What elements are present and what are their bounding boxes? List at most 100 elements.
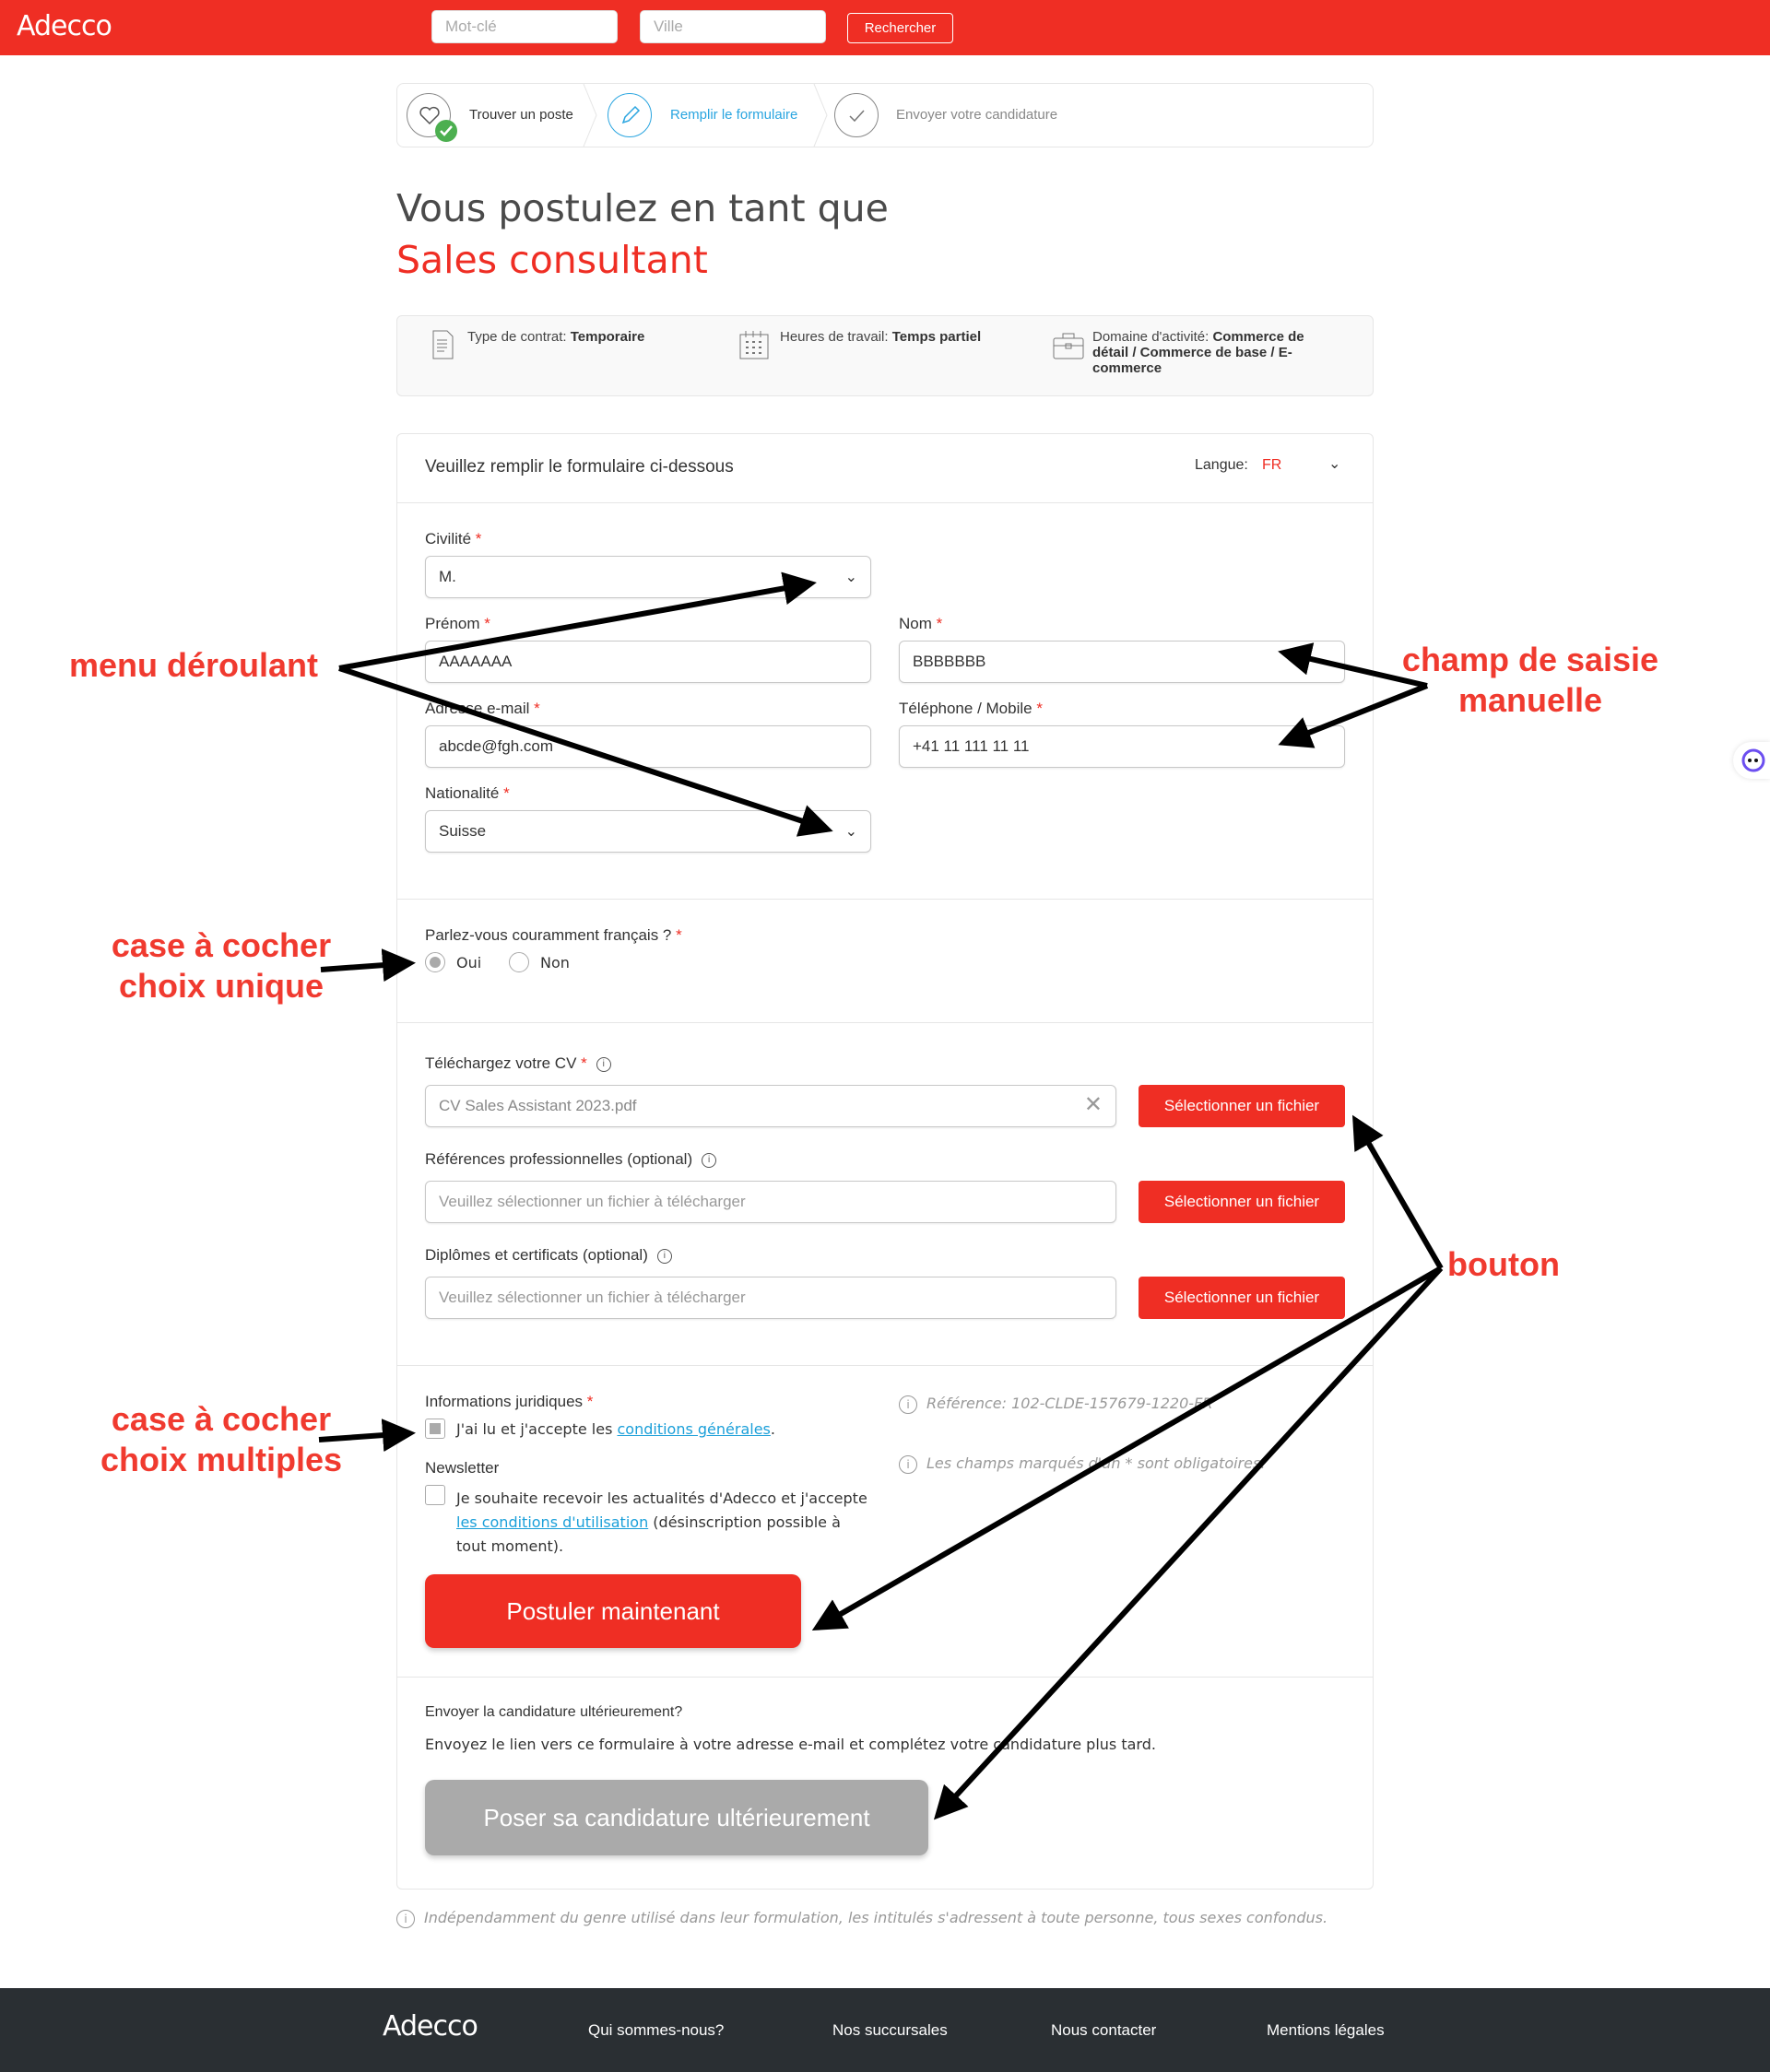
references-upload-label-text: Références professionnelles (optional) [425,1150,693,1168]
required-mark: * [1036,700,1043,717]
nom-input[interactable]: BBBBBBB [899,641,1345,683]
reference-note: i Référence: 102-CLDE-157679-1220-FR [899,1395,1212,1414]
step-send-application: Envoyer votre candidature [896,107,1058,123]
check-badge-icon [435,120,457,142]
select-references-file-button[interactable]: Sélectionner un fichier [1139,1181,1345,1223]
step-separator [583,84,597,147]
prenom-label-text: Prénom [425,615,480,632]
city-input[interactable]: Ville [640,10,826,43]
application-stepper: Trouver un poste Remplir le formulaire E… [396,83,1374,147]
newsletter-text: Je souhaite recevoir les actualités d'Ad… [456,1487,890,1559]
required-mark: * [475,530,482,547]
select-diplomas-file-button[interactable]: Sélectionner un fichier [1139,1277,1345,1319]
civilite-label-text: Civilité [425,530,472,547]
contract-type-value: Temporaire [570,329,645,345]
select-cv-file-button[interactable]: Sélectionner un fichier [1139,1085,1345,1127]
diplomas-upload-label-text: Diplômes et certificats (optional) [425,1246,648,1264]
civilite-label: Civilité * [425,530,481,548]
annotation-radio-line2: choix unique [118,967,324,1005]
chevron-down-icon: ⌄ [844,570,857,585]
newsletter-checkbox[interactable] [425,1485,445,1505]
nom-label: Nom * [899,615,942,633]
reference-text: Référence: 102-CLDE-157679-1220-FR [926,1395,1213,1412]
mandatory-note: i Les champs marqués d'un * sont obligato… [899,1454,1265,1474]
required-mark: * [503,784,510,802]
job-title: Sales consultant [396,238,708,282]
annotation-radio-line1: case à cocher [111,926,332,964]
newsletter-text-after: (désinscription possible à [648,1513,841,1531]
heart-icon [407,93,457,142]
search-button[interactable]: Rechercher [847,13,953,43]
contract-type-label: Type de contrat: [467,329,567,345]
apply-later-title: Envoyer la candidature ultérieurement? [425,1704,683,1720]
footer-link-legal[interactable]: Mentions légales [1267,2021,1385,2040]
telephone-label-text: Téléphone / Mobile [899,700,1032,717]
radio-non[interactable] [509,952,529,972]
footer-link-contact[interactable]: Nous contacter [1051,2021,1156,2040]
divider [397,1022,1373,1023]
newsletter-text-before: Je souhaite recevoir les actualités d'Ad… [456,1489,867,1507]
apply-now-button[interactable]: Postuler maintenant [425,1574,801,1648]
footer-link-branches[interactable]: Nos succursales [832,2021,948,2040]
references-file-field[interactable]: Veuillez sélectionner un fichier à téléc… [425,1181,1116,1223]
annotation-checkbox-line2: choix multiples [100,1441,343,1478]
check-icon [834,93,879,137]
cv-file-field[interactable]: CV Sales Assistant 2023.pdf ✕ [425,1085,1116,1127]
step-fill-form: Remplir le formulaire [670,107,798,123]
legal-label: Informations juridiques * [425,1393,593,1411]
required-mark: * [484,615,490,632]
terms-checkbox[interactable] [425,1419,445,1439]
working-hours-label: Heures de travail: [780,329,889,345]
activity-domain: Domaine d'activité: Commerce de détail /… [1092,329,1323,376]
annotation-button: bouton [1447,1245,1560,1283]
cv-file-name: CV Sales Assistant 2023.pdf [439,1097,637,1114]
email-label: Adresse e-mail * [425,700,540,718]
step-find-job: Trouver un poste [469,107,573,123]
annotation-text-field: champ de saisie manuelle [1383,640,1678,721]
newsletter-terms-link[interactable]: les conditions d'utilisation [456,1513,648,1531]
diplomas-upload-label: Diplômes et certificats (optional) i [425,1246,672,1265]
legal-label-text: Informations juridiques [425,1393,584,1410]
info-icon: i [899,1454,917,1474]
civilite-select[interactable]: M. ⌄ [425,556,871,598]
newsletter-label: Newsletter [425,1459,500,1477]
keyword-input[interactable]: Mot-clé [431,10,618,43]
terms-text-before: J'ai lu et j'accepte les [456,1420,618,1438]
email-label-text: Adresse e-mail [425,700,530,717]
french-question: Parlez-vous couramment français ? * [425,926,682,945]
info-icon[interactable]: i [596,1056,611,1072]
telephone-label: Téléphone / Mobile * [899,700,1043,718]
radio-oui-label: Oui [456,954,482,971]
footer-logo[interactable]: Adecco [383,2010,478,2043]
telephone-input[interactable]: +41 11 111 11 11 [899,725,1345,768]
nationalite-select[interactable]: Suisse ⌄ [425,810,871,853]
chat-widget-button[interactable] [1733,742,1770,779]
adecco-logo[interactable]: Adecco [17,10,112,42]
language-label: Langue: [1195,457,1248,473]
cv-upload-label: Téléchargez votre CV * i [425,1054,611,1073]
clear-file-icon[interactable]: ✕ [1084,1091,1103,1118]
page-title: Vous postulez en tant que [396,186,889,230]
footer-link-about[interactable]: Qui sommes-nous? [588,2021,724,2040]
language-selector[interactable]: FR [1262,457,1281,474]
email-input[interactable]: abcde@fgh.com [425,725,871,768]
prenom-input[interactable]: AAAAAAA [425,641,871,683]
terms-link[interactable]: conditions générales [617,1420,770,1438]
calendar-icon [739,331,769,359]
diplomas-file-field[interactable]: Veuillez sélectionner un fichier à téléc… [425,1277,1116,1319]
required-mark: * [586,1393,594,1410]
terms-text: J'ai lu et j'accepte les conditions géné… [456,1420,775,1438]
annotation-text-field-line2: manuelle [1457,681,1603,719]
info-icon: i [396,1909,415,1928]
chevron-down-icon[interactable]: ⌄ [1328,454,1340,473]
annotation-checkbox: case à cocher choix multiples [74,1399,369,1480]
info-icon[interactable]: i [702,1152,717,1168]
form-header: Veuillez remplir le formulaire ci-dessou… [425,457,734,477]
radio-oui[interactable] [425,952,445,972]
annotation-checkbox-line1: case à cocher [111,1400,332,1438]
apply-later-description: Envoyez le lien vers ce formulaire à vot… [425,1736,1156,1753]
apply-later-button[interactable]: Poser sa candidature ultérieurement [425,1780,928,1855]
info-icon[interactable]: i [656,1248,672,1264]
newsletter-text-line3: tout moment). [456,1537,564,1555]
french-question-text: Parlez-vous couramment français ? [425,926,672,944]
